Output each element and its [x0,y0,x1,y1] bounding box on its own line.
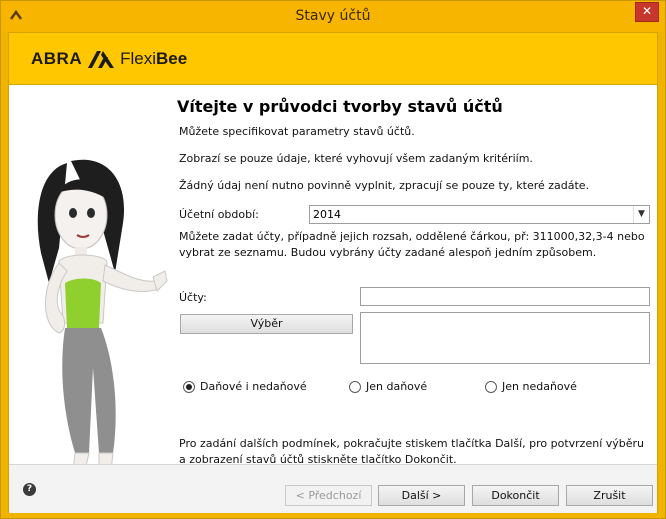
mascot-illustration [37,159,168,472]
radio-nontax-only[interactable]: Jen nedaňové [485,380,577,393]
next-button[interactable]: Další > [378,485,465,506]
intro-text-1: Můžete specifikovat parametry stavů účtů… [179,125,415,138]
title-bar[interactable]: Stavy účtů ✕ [1,1,665,32]
page-title: Vítejte v průvodci tvorby stavů účtů [177,97,503,116]
accounts-label: Účty: [179,291,207,304]
radio-label: Daňové i nedaňové [200,380,307,393]
abra-flexibee-logo: ABRA FlexiBee [31,47,187,71]
window-title: Stavy účtů [295,8,371,24]
period-value: 2014 [313,208,341,221]
radio-tax-and-nontax[interactable]: Daňové i nedaňové [183,380,307,393]
radio-button-checked[interactable] [183,380,195,393]
wizard-window: Stavy účtů ✕ ABRA FlexiBee Vítejte v prů… [0,0,666,519]
close-icon: ✕ [641,4,653,18]
period-label: Účetní období: [179,208,259,221]
period-select[interactable]: 2014 ▼ [309,205,650,224]
logo-abra: ABRA [31,49,83,68]
radio-tax-only[interactable]: Jen daňové [349,380,427,393]
finish-button[interactable]: Dokončit [472,485,559,506]
radio-label: Jen nedaňové [502,380,577,393]
radio-label: Jen daňové [366,380,428,393]
select-accounts-button[interactable]: Výběr [180,314,353,334]
intro-text-3: Žádný údaj není nutno povinně vyplnit, z… [179,179,590,192]
accounts-hint: Můžete zadat účty, případně jejich rozsa… [179,230,645,259]
help-icon[interactable]: ? [23,483,36,496]
brand-banner: ABRA FlexiBee [9,33,657,85]
cancel-button[interactable]: Zrušit [566,485,653,506]
radio-button[interactable] [485,380,497,393]
accounts-list[interactable] [360,312,650,364]
abra-mark-icon [88,51,115,68]
accounts-input[interactable] [360,287,650,306]
previous-button[interactable]: < Předchozí [285,485,372,506]
chevron-down-icon[interactable]: ▼ [633,206,649,223]
logo-flexibee: FlexiBee [120,49,188,68]
intro-text-2: Zobrazí se pouze údaje, které vyhovují v… [179,152,533,165]
close-button[interactable]: ✕ [635,2,659,22]
wizard-client: ABRA FlexiBee Vítejte v průvodci tvorby … [8,32,658,513]
radio-button[interactable] [349,380,361,393]
wizard-footer: ? < Předchozí Další > Dokončit Zrušit [9,465,657,513]
